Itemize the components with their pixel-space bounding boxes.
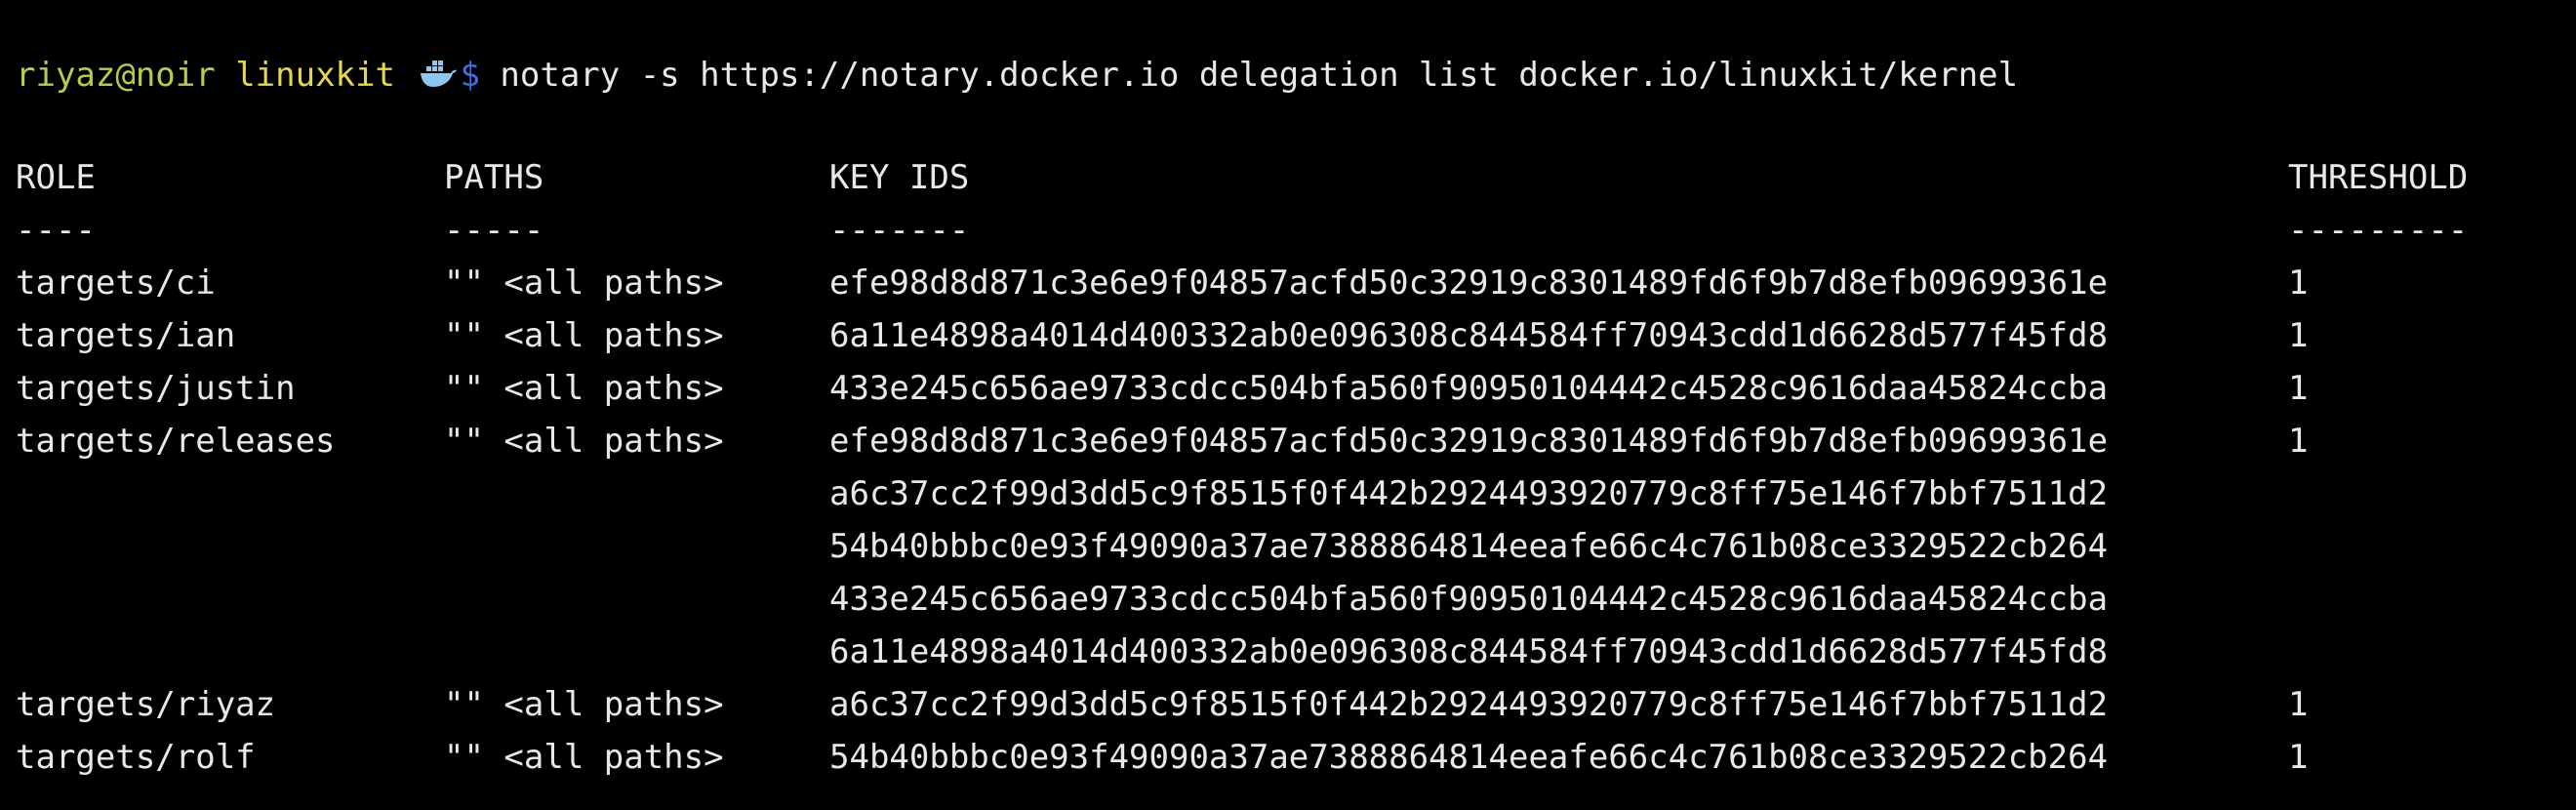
row-key-id: 54b40bbbc0e93f49090a37ae7388864814eeafe6… (829, 738, 2109, 777)
row-key-id: efe98d8d871c3e6e9f04857acfd50c32919c8301… (829, 422, 2109, 461)
row-paths: "" <all paths> (444, 263, 724, 303)
prompt-user-host: riyaz@noir (16, 56, 216, 95)
row-role: targets/ci (16, 263, 216, 303)
row-role: targets/rolf (16, 738, 256, 777)
row-paths: "" <all paths> (444, 316, 724, 355)
docker-whale-icon (419, 53, 458, 87)
row-threshold: 1 (2288, 422, 2309, 461)
terminal-window[interactable]: riyaz@noir linuxkit $ notary -s https://… (0, 0, 2576, 810)
row-key-id: 433e245c656ae9733cdcc504bfa560f909501044… (829, 580, 2109, 619)
row-key-id: efe98d8d871c3e6e9f04857acfd50c32919c8301… (829, 263, 2109, 303)
row-role: targets/releases (16, 422, 336, 461)
row-key-id: 6a11e4898a4014d400332ab0e096308c844584ff… (829, 632, 2109, 671)
prompt-cwd: linuxkit (235, 56, 395, 95)
row-key-id: 6a11e4898a4014d400332ab0e096308c844584ff… (829, 316, 2109, 355)
header-paths: PATHS (444, 158, 544, 197)
row-threshold: 1 (2288, 685, 2309, 724)
row-key-id: a6c37cc2f99d3dd5c9f8515f0f442b2924493920… (829, 474, 2109, 513)
row-paths: "" <all paths> (444, 422, 724, 461)
separator-paths: ----- (444, 211, 544, 250)
row-key-id: a6c37cc2f99d3dd5c9f8515f0f442b2924493920… (829, 685, 2109, 724)
row-paths: "" <all paths> (444, 738, 724, 777)
separator-key-ids: ------- (829, 211, 970, 250)
row-paths: "" <all paths> (444, 369, 724, 408)
header-key-ids: KEY IDS (829, 158, 970, 197)
row-key-id: 54b40bbbc0e93f49090a37ae7388864814eeafe6… (829, 527, 2109, 566)
separator-threshold: --------- (2288, 211, 2469, 250)
row-role: targets/justin (16, 369, 296, 408)
header-role: ROLE (16, 158, 96, 197)
row-role: targets/ian (16, 316, 236, 355)
row-threshold: 1 (2288, 738, 2309, 777)
row-threshold: 1 (2288, 316, 2309, 355)
row-threshold: 1 (2288, 369, 2309, 408)
row-role: targets/riyaz (16, 685, 276, 724)
command-text: notary -s https://notary.docker.io deleg… (500, 56, 2019, 95)
header-threshold: THRESHOLD (2288, 158, 2469, 197)
prompt-symbol: $ (460, 56, 480, 95)
row-paths: "" <all paths> (444, 685, 724, 724)
command-prompt-line: riyaz@noir linuxkit $ notary -s https://… (16, 49, 2018, 101)
row-threshold: 1 (2288, 263, 2309, 303)
row-key-id: 433e245c656ae9733cdcc504bfa560f909501044… (829, 369, 2109, 408)
separator-role: ---- (16, 211, 96, 250)
